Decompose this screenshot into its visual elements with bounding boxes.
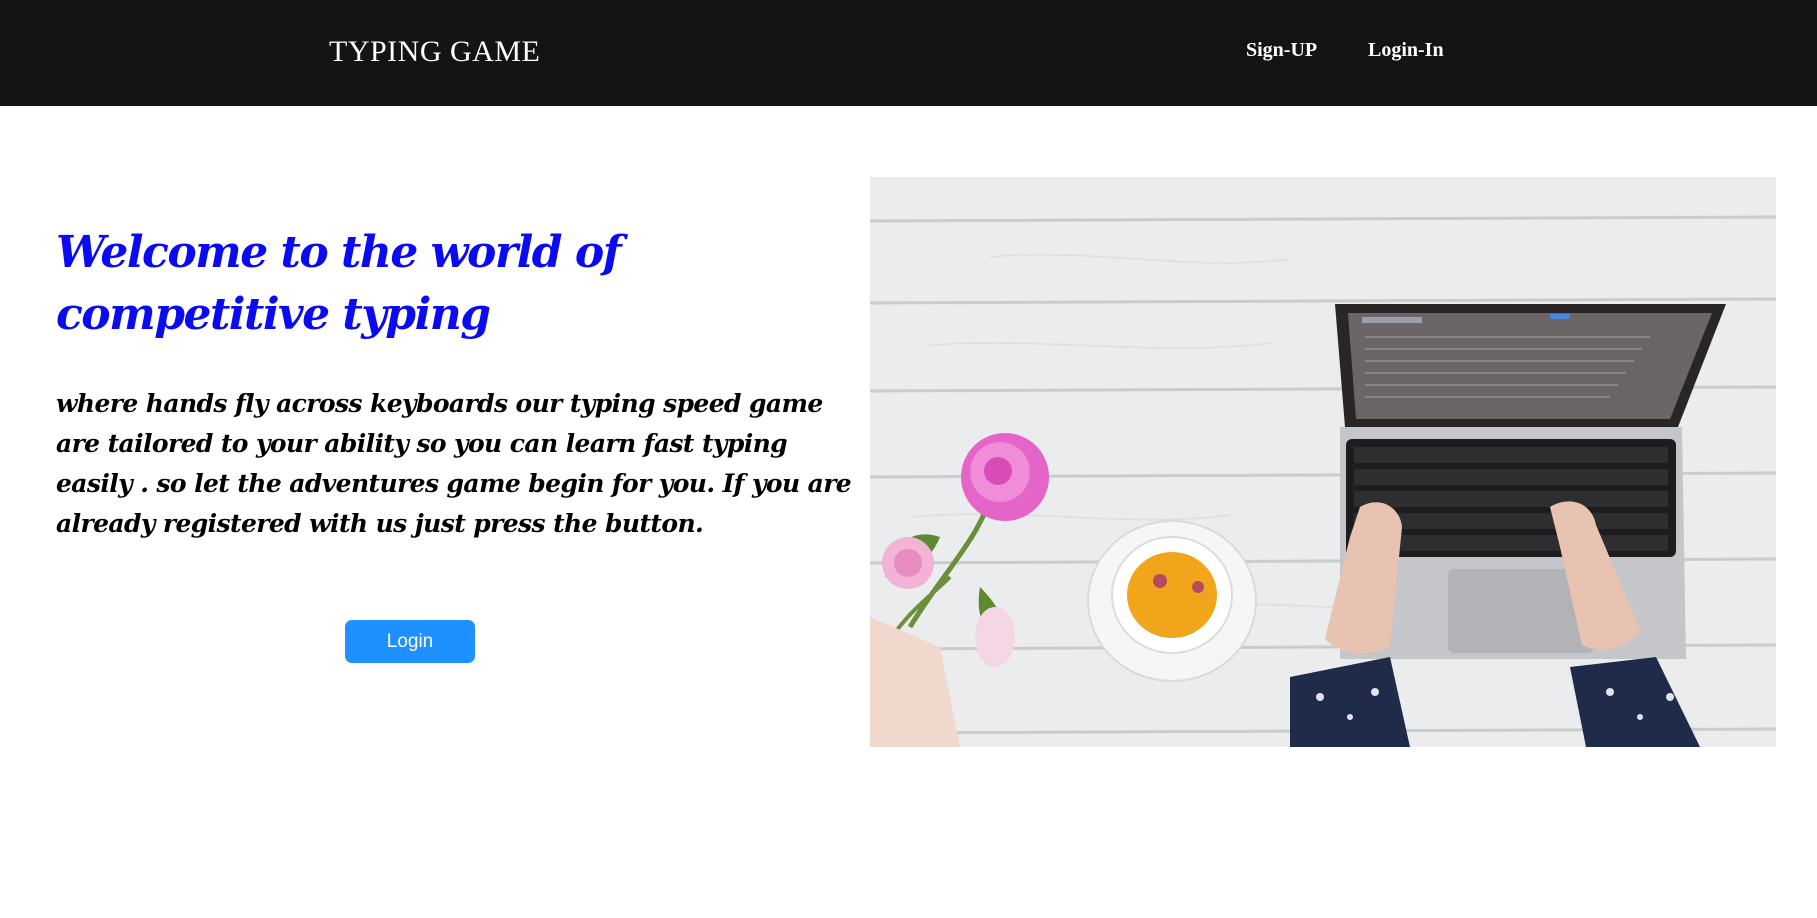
welcome-headline: Welcome to the world of competitive typi… bbox=[56, 227, 622, 340]
intro-paragraph: where hands fly across keyboards our typ… bbox=[56, 389, 852, 538]
login-button[interactable]: Login bbox=[345, 620, 475, 663]
desk-illustration bbox=[870, 177, 1776, 747]
teacup-icon bbox=[1087, 520, 1257, 682]
signup-link[interactable]: Sign-UP bbox=[1246, 38, 1317, 62]
top-navbar: TYPING GAME Sign-UP Login-In bbox=[0, 0, 1817, 106]
site-brand[interactable]: TYPING GAME bbox=[329, 34, 540, 70]
hero-photo bbox=[870, 177, 1776, 747]
login-link[interactable]: Login-In bbox=[1368, 38, 1444, 62]
